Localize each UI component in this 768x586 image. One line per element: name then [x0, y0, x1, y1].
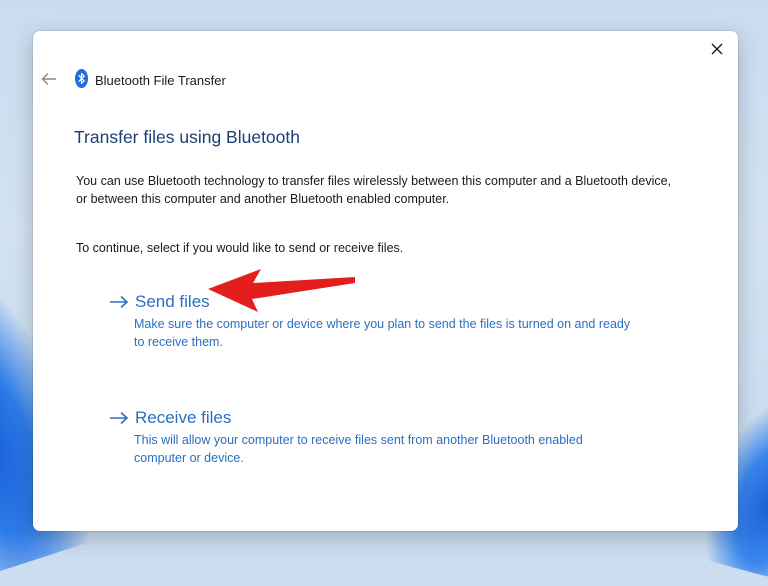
receive-files-label[interactable]: Receive files — [135, 408, 231, 428]
close-icon — [711, 43, 723, 55]
receive-files-option[interactable]: Receive files This will allow your compu… — [109, 405, 649, 467]
back-button[interactable] — [39, 69, 59, 89]
bluetooth-icon — [75, 69, 88, 88]
send-files-option[interactable]: Send files Make sure the computer or dev… — [109, 289, 649, 351]
instruction-text: To continue, select if you would like to… — [76, 241, 404, 255]
page-heading: Transfer files using Bluetooth — [74, 127, 300, 147]
bluetooth-transfer-window: Bluetooth File Transfer Transfer files u… — [33, 31, 738, 531]
window-title: Bluetooth File Transfer — [95, 73, 226, 88]
send-files-description: Make sure the computer or device where y… — [134, 317, 631, 349]
back-arrow-icon — [41, 73, 56, 85]
send-files-label[interactable]: Send files — [135, 292, 210, 312]
arrow-right-icon — [110, 295, 129, 309]
receive-files-description: This will allow your computer to receive… — [134, 433, 583, 465]
wizard-header: Bluetooth File Transfer — [33, 61, 738, 97]
arrow-right-icon — [110, 411, 129, 425]
intro-text: You can use Bluetooth technology to tran… — [76, 174, 672, 206]
close-button[interactable] — [704, 37, 730, 61]
